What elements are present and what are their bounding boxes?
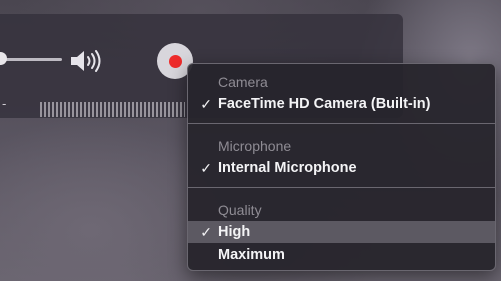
microphone-section-header: Microphone: [218, 138, 292, 154]
checkmark-icon: ✓: [200, 223, 212, 240]
time-display: -: [2, 96, 7, 111]
menu-item-facetime-camera[interactable]: ✓ FaceTime HD Camera (Built-in): [188, 93, 495, 115]
menu-divider: [188, 123, 495, 124]
checkmark-icon: ✓: [200, 159, 212, 176]
options-dropdown-menu: Camera ✓ FaceTime HD Camera (Built-in) M…: [187, 63, 496, 271]
menu-item-label: FaceTime HD Camera (Built-in): [218, 96, 431, 112]
menu-divider: [188, 187, 495, 188]
menu-item-quality-maximum[interactable]: Maximum: [188, 244, 495, 266]
record-dot-icon: [168, 54, 182, 68]
menu-item-label: Internal Microphone: [218, 160, 357, 176]
speaker-wave-icon[interactable]: [69, 48, 103, 74]
quality-section-header: Quality: [218, 202, 262, 218]
menu-item-quality-high[interactable]: ✓ High: [188, 221, 495, 243]
camera-section-header: Camera: [218, 74, 268, 90]
menu-item-internal-microphone[interactable]: ✓ Internal Microphone: [188, 157, 495, 179]
checkmark-icon: ✓: [200, 95, 212, 112]
volume-slider-knob[interactable]: [0, 52, 7, 65]
volume-slider-track[interactable]: [0, 58, 62, 61]
audio-level-meter: [40, 102, 185, 117]
menu-item-label: High: [218, 224, 251, 240]
menu-item-label: Maximum: [218, 247, 285, 263]
